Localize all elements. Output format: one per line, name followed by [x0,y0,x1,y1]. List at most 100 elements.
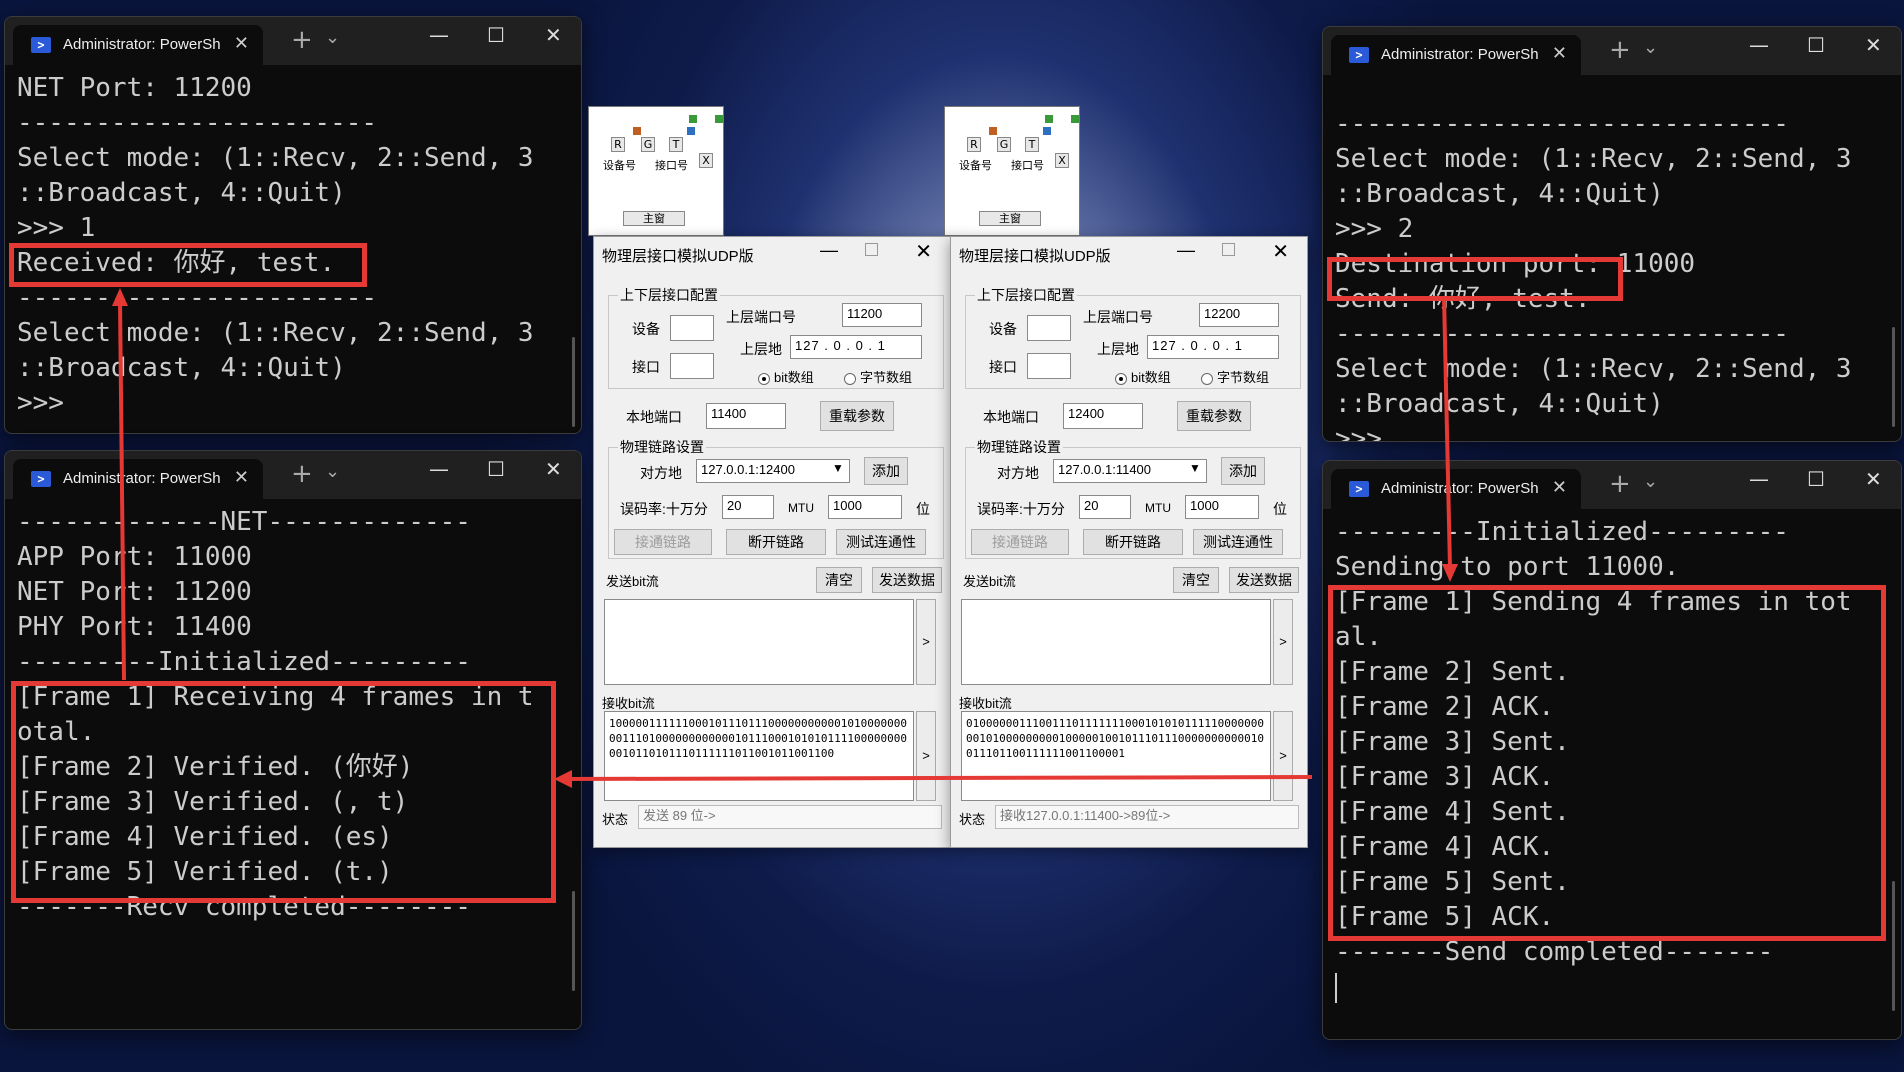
minimize-icon[interactable]: — [820,240,838,261]
ber-input[interactable]: 20 [1079,495,1131,519]
radio-bit[interactable]: bit数组 [758,367,814,386]
peer-select[interactable]: 127.0.0.1:11400 [1053,459,1207,483]
scrollbar[interactable] [572,337,575,427]
terminal-tab[interactable]: > Administrator: PowerSh ✕ [1331,469,1581,509]
mini-main-button[interactable]: 主窗 [979,211,1041,226]
scrollbar[interactable] [1892,327,1895,427]
mini-button-x[interactable]: X [1055,153,1069,168]
disconnect-button[interactable]: 断开链路 [1083,529,1183,555]
terminal-bottom-right[interactable]: > Administrator: PowerSh ✕ + ⌄ — ☐ ✕ ---… [1322,460,1902,1040]
maximize-icon[interactable]: ☐ [1807,467,1825,491]
close-icon[interactable]: ✕ [1272,239,1289,264]
close-tab-icon[interactable]: ✕ [1552,477,1567,498]
minimize-icon[interactable]: — [1749,467,1769,491]
add-button[interactable]: 添加 [1221,457,1265,485]
udp-dialog-right[interactable]: 物理层接口模拟UDP版 — ✕ 上下层接口配置 设备 接口 上层端口号 1220… [950,236,1308,848]
mtu-input[interactable]: 1000 [1185,495,1259,519]
close-window-icon[interactable]: ✕ [545,23,562,47]
send-data-button[interactable]: 发送数据 [872,567,942,593]
mini-window-left[interactable]: R G T X 设备号 接口号 主窗 [588,106,724,236]
close-window-icon[interactable]: ✕ [545,457,562,481]
chevron-down-icon[interactable]: ⌄ [1643,471,1658,492]
device-field[interactable] [670,315,714,341]
minimize-icon[interactable]: — [1749,33,1769,57]
recv-side-button[interactable]: > [1273,711,1293,801]
radio-byte[interactable]: 字节数组 [1201,367,1269,386]
close-tab-icon[interactable]: ✕ [1552,43,1567,64]
radio-byte[interactable]: 字节数组 [844,367,912,386]
ber-input[interactable]: 20 [722,495,774,519]
mini-button-t[interactable]: T [669,137,683,152]
clear-button[interactable]: 清空 [1173,567,1219,593]
radio-bit[interactable]: bit数组 [1115,367,1171,386]
chevron-down-icon[interactable]: ⌄ [1643,37,1658,58]
mini-button-r[interactable]: R [611,137,625,152]
reload-button[interactable]: 重载参数 [820,401,894,431]
terminal-top-right[interactable]: > Administrator: PowerSh ✕ + ⌄ — ☐ ✕ ---… [1322,26,1902,442]
terminal-bottom-left[interactable]: > Administrator: PowerSh ✕ + ⌄ — ☐ ✕ ---… [4,450,582,1030]
reload-button[interactable]: 重载参数 [1177,401,1251,431]
mini-button-t[interactable]: T [1025,137,1039,152]
maximize-icon[interactable]: ☐ [487,23,505,47]
terminal-top-left[interactable]: > Administrator: PowerSh ✕ + ⌄ — ☐ ✕ NET… [4,16,582,434]
send-bits-area[interactable] [961,599,1271,685]
clear-button[interactable]: 清空 [816,567,862,593]
upper-addr-input[interactable]: 127 . 0 . 0 . 1 [1147,335,1279,359]
new-tab-icon[interactable]: + [291,459,313,489]
close-window-icon[interactable]: ✕ [1865,33,1882,57]
minimize-icon[interactable]: — [429,457,449,481]
peer-select[interactable]: 127.0.0.1:12400 [696,459,850,483]
mini-button-g[interactable]: G [997,137,1011,152]
mini-button-g[interactable]: G [641,137,655,152]
recv-bits-area[interactable]: 1000001111110001011101110000000000010100… [604,711,914,801]
send-bits-area[interactable] [604,599,914,685]
chevron-down-icon[interactable]: ⌄ [325,27,340,48]
send-side-button[interactable]: > [1273,599,1293,685]
maximize-icon[interactable]: ☐ [487,457,505,481]
local-port-input[interactable]: 11400 [706,403,786,429]
upper-port-input[interactable]: 12200 [1199,303,1279,327]
local-port-input[interactable]: 12400 [1063,403,1143,429]
maximize-icon[interactable] [1222,243,1235,256]
mini-button-x[interactable]: X [699,153,713,168]
test-connectivity-button[interactable]: 测试连通性 [1193,529,1283,555]
recv-bits-area[interactable]: 0100000011100111011111110001010101111100… [961,711,1271,801]
upper-addr-input[interactable]: 127 . 0 . 0 . 1 [790,335,922,359]
close-tab-icon[interactable]: ✕ [234,467,249,488]
udp-dialog-left[interactable]: 物理层接口模拟UDP版 — ✕ 上下层接口配置 设备 接口 上层端口号 1120… [593,236,951,848]
new-tab-icon[interactable]: + [1609,35,1631,65]
chevron-down-icon[interactable]: ▼ [832,461,844,475]
close-window-icon[interactable]: ✕ [1865,467,1882,491]
recv-side-button[interactable]: > [916,711,936,801]
connect-button[interactable]: 接通链路 [971,529,1069,555]
device-field[interactable] [1027,315,1071,341]
disconnect-button[interactable]: 断开链路 [726,529,826,555]
chevron-down-icon[interactable]: ▼ [1189,461,1201,475]
upper-port-input[interactable]: 11200 [842,303,922,327]
test-connectivity-button[interactable]: 测试连通性 [836,529,926,555]
new-tab-icon[interactable]: + [291,25,313,55]
mtu-input[interactable]: 1000 [828,495,902,519]
terminal-tab[interactable]: > Administrator: PowerSh ✕ [13,459,263,499]
terminal-tab[interactable]: > Administrator: PowerSh ✕ [13,25,263,65]
scrollbar[interactable] [572,891,575,991]
maximize-icon[interactable] [865,243,878,256]
close-tab-icon[interactable]: ✕ [234,33,249,54]
minimize-icon[interactable]: — [1177,240,1195,261]
mini-button-r[interactable]: R [967,137,981,152]
close-icon[interactable]: ✕ [915,239,932,264]
scrollbar[interactable] [1892,881,1895,1011]
add-button[interactable]: 添加 [864,457,908,485]
terminal-tab[interactable]: > Administrator: PowerSh ✕ [1331,35,1581,75]
send-data-button[interactable]: 发送数据 [1229,567,1299,593]
mini-window-right[interactable]: R G T X 设备号 接口号 主窗 [944,106,1080,236]
mini-main-button[interactable]: 主窗 [623,211,685,226]
chevron-down-icon[interactable]: ⌄ [325,461,340,482]
new-tab-icon[interactable]: + [1609,469,1631,499]
minimize-icon[interactable]: — [429,23,449,47]
connect-button[interactable]: 接通链路 [614,529,712,555]
maximize-icon[interactable]: ☐ [1807,33,1825,57]
iface-field[interactable] [670,353,714,379]
iface-field[interactable] [1027,353,1071,379]
send-side-button[interactable]: > [916,599,936,685]
